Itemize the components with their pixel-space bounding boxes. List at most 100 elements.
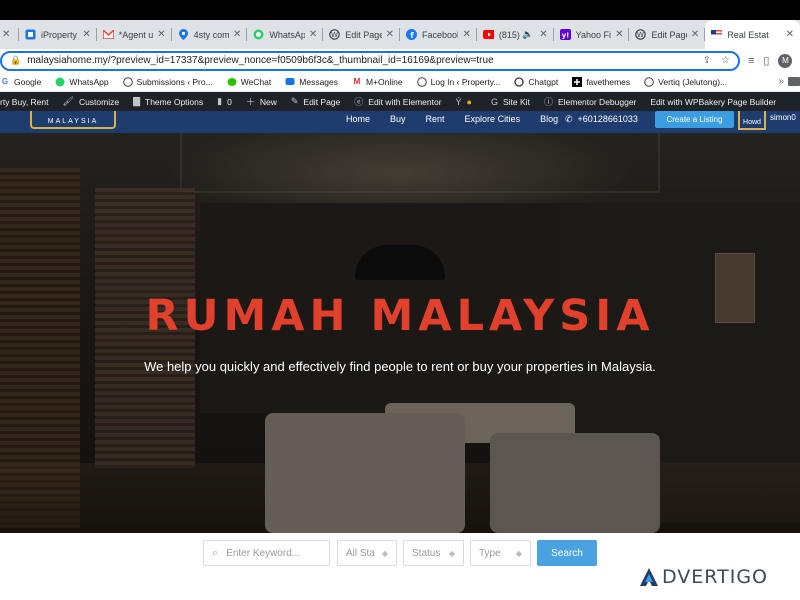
- keyword-search-input[interactable]: ⌕ Enter Keyword...: [203, 540, 330, 566]
- search-icon: ⌕: [212, 546, 219, 559]
- close-icon[interactable]: ✕: [2, 29, 10, 40]
- phone-contact[interactable]: ✆ +60128661033: [565, 111, 638, 127]
- user-avatar[interactable]: Howd: [738, 111, 766, 130]
- bookmark-login[interactable]: Log In ‹ Property...: [416, 77, 500, 87]
- bookmark-whatsapp[interactable]: WhatsApp: [55, 77, 109, 87]
- bookmark-wechat[interactable]: WeChat: [227, 76, 272, 87]
- yahoo-icon: y!: [559, 29, 571, 40]
- share-icon[interactable]: ⇪: [703, 55, 711, 66]
- close-icon[interactable]: ✕: [233, 29, 241, 40]
- tab-label: (815): [498, 29, 520, 40]
- youtube-icon: [482, 29, 494, 40]
- bookmark-messages[interactable]: Messages: [285, 77, 338, 87]
- tab-label: Real Estat: [727, 29, 769, 40]
- nav-buy[interactable]: Buy: [390, 114, 406, 124]
- browser-tab[interactable]: *Agent u ✕: [97, 20, 172, 49]
- chatgpt-icon: [514, 76, 525, 87]
- browser-tab[interactable]: W Edit Page ✕: [629, 20, 706, 49]
- status-dot-icon: ●: [466, 96, 472, 107]
- close-icon[interactable]: ✕: [157, 29, 165, 40]
- close-icon[interactable]: ✕: [786, 29, 794, 40]
- reading-list-icon[interactable]: ≡: [748, 55, 754, 67]
- nav-explore-cities[interactable]: Explore Cities: [465, 114, 521, 124]
- bookmark-favethemes[interactable]: favethemes: [572, 76, 630, 87]
- bookmark-google[interactable]: G Google: [0, 76, 42, 87]
- wordpress-icon: [644, 76, 654, 87]
- wp-comments[interactable]: ▮ 0: [217, 96, 232, 107]
- messages-icon: [285, 77, 295, 87]
- wp-edit-wpbakery[interactable]: Edit with WPBakery Page Builder: [650, 97, 776, 107]
- bookmark-label: WeChat: [240, 76, 272, 87]
- tab-label: iProperty: [40, 29, 77, 40]
- create-listing-button[interactable]: Create a Listing: [655, 111, 734, 128]
- close-icon[interactable]: ✕: [462, 29, 470, 40]
- wp-edit-page[interactable]: ✎ Edit Page: [291, 96, 340, 107]
- speaker-icon[interactable]: 🔈: [522, 29, 533, 40]
- wp-theme-options[interactable]: ▇ Theme Options: [133, 96, 203, 107]
- wp-site-kit[interactable]: G Site Kit: [491, 97, 530, 107]
- wechat-icon: [227, 77, 237, 87]
- yoast-icon: Ý: [455, 96, 462, 107]
- browser-tab-active[interactable]: Real Estat ✕: [705, 20, 800, 49]
- wp-yoast[interactable]: Ý ●: [456, 97, 477, 107]
- bookmark-label: Vertiq (Jelutong)...: [658, 76, 728, 87]
- tab-label: Yahoo Fi: [575, 29, 611, 40]
- wp-new[interactable]: ＋ New: [246, 95, 277, 108]
- bookmark-submissions[interactable]: Submissions ‹ Pro...: [122, 76, 213, 87]
- nav-blog[interactable]: Blog: [540, 114, 558, 124]
- search-button[interactable]: Search: [537, 540, 597, 566]
- username[interactable]: simon0: [770, 113, 796, 122]
- wp-site-name[interactable]: rty Buy, Rent: [0, 97, 49, 107]
- bookmark-mplus[interactable]: M M+Online: [352, 77, 403, 87]
- bookmark-vertiq[interactable]: Vertiq (Jelutong)...: [644, 77, 727, 87]
- plus-icon: [572, 76, 583, 87]
- site-logo[interactable]: MALAYSIA: [30, 111, 116, 129]
- hero-subtitle: We help you quickly and effectively find…: [144, 359, 656, 374]
- facebook-icon: f: [406, 29, 418, 40]
- lock-icon[interactable]: 🔒: [10, 55, 21, 66]
- avatar[interactable]: M: [778, 53, 793, 68]
- url-text[interactable]: malaysiahome.my/?preview_id=17337&previe…: [27, 55, 702, 66]
- browser-tab[interactable]: WhatsAp ✕: [247, 20, 324, 49]
- wp-edit-elementor[interactable]: ⓔ Edit with Elementor: [354, 95, 441, 108]
- browser-tab[interactable]: f Facebook ✕: [400, 20, 477, 49]
- state-select[interactable]: All Sta ◆: [337, 540, 397, 566]
- status-select[interactable]: Status ◆: [403, 540, 464, 566]
- whatsapp-icon: [253, 29, 264, 40]
- close-icon[interactable]: ✕: [386, 29, 394, 40]
- wp-item-label: New: [259, 96, 277, 107]
- iproperty-icon: [25, 29, 36, 40]
- wordpress-icon: W: [329, 29, 341, 40]
- browser-tab[interactable]: y! Yahoo Fi ✕: [554, 20, 630, 49]
- nav-rent[interactable]: Rent: [426, 114, 445, 124]
- gmail-icon: [102, 29, 114, 40]
- logo-text: MALAYSIA: [47, 118, 99, 125]
- pencil-icon: ✎: [290, 96, 299, 106]
- site-header: MALAYSIA Home Buy Rent Explore Cities Bl…: [0, 111, 800, 133]
- browser-tab[interactable]: (815) 🔈 ✕: [477, 20, 554, 49]
- star-icon[interactable]: ☆: [721, 55, 730, 66]
- close-icon[interactable]: ✕: [691, 29, 699, 40]
- bookmark-chatgpt[interactable]: Chatgpt: [514, 77, 558, 87]
- browser-tab[interactable]: iProperty ✕: [19, 20, 97, 49]
- wp-customize[interactable]: 🖌 Customize: [63, 96, 120, 107]
- browser-tab[interactable]: ✕: [0, 20, 19, 49]
- close-icon[interactable]: ✕: [309, 29, 317, 40]
- wp-elementor-debugger[interactable]: ⓘ Elementor Debugger: [544, 95, 636, 108]
- side-panel-icon[interactable]: ▯: [763, 54, 769, 67]
- folder-icon[interactable]: [788, 77, 800, 86]
- chevron-right-icon[interactable]: »: [778, 76, 784, 87]
- omnibox[interactable]: 🔒 malaysiahome.my/?preview_id=17337&prev…: [0, 50, 740, 71]
- wordpress-icon: [122, 76, 133, 87]
- tab-label: Facebook: [422, 29, 459, 40]
- browser-tab[interactable]: 4sty com ✕: [172, 20, 248, 49]
- nav-home[interactable]: Home: [346, 114, 370, 124]
- address-bar-row: 🔒 malaysiahome.my/?preview_id=17337&prev…: [0, 49, 800, 72]
- close-icon[interactable]: ✕: [539, 29, 547, 40]
- status-value: Status: [412, 547, 441, 559]
- type-select[interactable]: Type ◆: [470, 540, 531, 566]
- browser-tab[interactable]: W Edit Page ✕: [323, 20, 401, 49]
- bookmark-label: Google: [14, 76, 42, 87]
- close-icon[interactable]: ✕: [82, 29, 90, 40]
- close-icon[interactable]: ✕: [615, 29, 623, 40]
